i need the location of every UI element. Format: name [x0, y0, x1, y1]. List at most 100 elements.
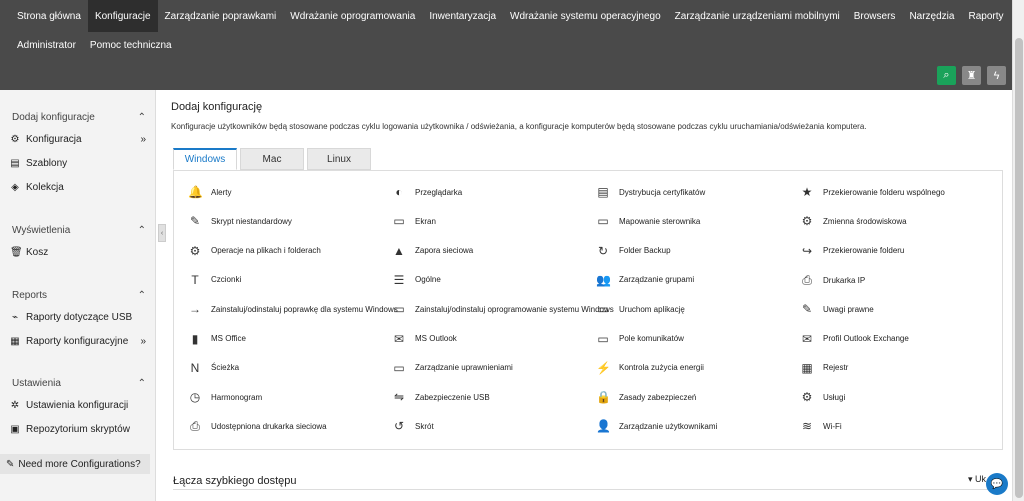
chat-icon[interactable]: 💬 — [986, 473, 1008, 495]
config-item-0-8[interactable]: ⎙ Udostępniona drukarka sieciowa — [188, 419, 327, 434]
config-item-2-5[interactable]: ▭ Pole komunikatów — [596, 332, 684, 346]
config-item-label: Dystrybucja certyfikatów — [619, 187, 706, 197]
rocket-icon[interactable]: ♜ — [962, 66, 981, 85]
config-item-3-2[interactable]: ↪ Przekierowanie folderu — [800, 244, 904, 258]
config-item-2-2[interactable]: ↻ Folder Backup — [596, 244, 671, 258]
config-item-3-6[interactable]: ▦ Rejestr — [800, 361, 848, 375]
config-item-0-0[interactable]: 🔔 Alerty — [188, 185, 231, 199]
config-item-1-8[interactable]: ↺ Skrót — [392, 419, 434, 433]
config-item-3-3[interactable]: ⎙ Drukarka IP — [800, 273, 865, 288]
config-item-3-8[interactable]: ≋ Wi-Fi — [800, 419, 842, 433]
tab-linux[interactable]: Linux — [307, 148, 371, 170]
config-item-2-8[interactable]: 👤 Zarządzanie użytkownikami — [596, 419, 717, 433]
search-icon[interactable]: ⌕ — [937, 66, 956, 85]
config-item-0-1[interactable]: ✎ Skrypt niestandardowy — [188, 214, 292, 228]
config-item-label: Udostępniona drukarka sieciowa — [211, 422, 327, 432]
config-item-0-2[interactable]: ⚙ Operacje na plikach i folderach — [188, 244, 321, 258]
sidebar-collapse-toggle[interactable]: ‹ — [158, 224, 166, 242]
sidebar-section-3[interactable]: Ustawienia ⌃ — [12, 378, 146, 389]
config-item-2-3[interactable]: 👥 Zarządzanie grupami — [596, 273, 694, 287]
config-item-1-0[interactable]: ◐ Przeglądarka — [392, 185, 462, 199]
config-item-3-1[interactable]: ⚙ Zmienna środowiskowa — [800, 214, 907, 228]
config-item-icon: ▮ — [191, 331, 199, 346]
config-item-label: Skrót — [415, 421, 434, 431]
need-more-configurations-link[interactable]: ✎ Need more Configurations? — [0, 454, 150, 474]
config-item-0-7[interactable]: ◷ Harmonogram — [188, 390, 262, 404]
sidebar-item-1-0[interactable]: 🗑 Kosz — [10, 247, 146, 258]
gear-icon: ⚙ — [10, 134, 20, 145]
config-item-icon: ⇋ — [393, 390, 405, 405]
tab-windows[interactable]: Windows — [173, 148, 237, 170]
page-scrollbar[interactable] — [1012, 0, 1024, 501]
config-item-0-4[interactable]: → Zainstaluj/odinstaluj poprawkę dla syst… — [188, 302, 398, 316]
config-item-icon: ⚡ — [596, 360, 611, 375]
config-item-3-5[interactable]: ✉ Profil Outlook Exchange — [800, 332, 909, 346]
nav-item-row1-3[interactable]: Wdrażanie oprogramowania — [283, 0, 422, 32]
sidebar-item-label: Szablony — [26, 158, 68, 169]
nav-item-row1-1[interactable]: Konfiguracje — [87, 0, 158, 32]
quick-links-toggle[interactable]: ▾ Uk — [968, 474, 986, 485]
sidebar-section-1[interactable]: Wyświetlenia ⌃ — [12, 225, 146, 236]
nav-item-row2-0[interactable]: Administrator — [10, 32, 83, 58]
config-item-label: Przekierowanie folderu wspólnego — [823, 187, 945, 197]
sidebar-section-0[interactable]: Dodaj konfiguracje ⌃ — [12, 112, 146, 123]
nav-item-row1-0[interactable]: Strona główna — [10, 0, 88, 32]
sidebar-section-title: Wyświetlenia — [12, 225, 71, 236]
config-item-label: Zarządzanie użytkownikami — [619, 421, 718, 431]
sidebar-item-3-1[interactable]: ▣ Repozytorium skryptów — [10, 424, 146, 435]
config-item-1-5[interactable]: ✉ MS Outlook — [392, 332, 457, 346]
config-item-3-0[interactable]: ★ Przekierowanie folderu wspólnego — [800, 185, 945, 199]
config-item-2-0[interactable]: ▤ Dystrybucja certyfikatów — [596, 185, 705, 199]
nav-item-row1-6[interactable]: Zarządzanie urządzeniami mobilnymi — [668, 0, 847, 32]
config-item-1-1[interactable]: ▭ Ekran — [392, 214, 436, 228]
secondary-nav-row: Administrator Pomoc techniczna — [10, 32, 179, 58]
sidebar-item-0-2[interactable]: ◈ Kolekcja — [10, 182, 146, 193]
config-item-2-4[interactable]: ▭ Uruchom aplikację — [596, 302, 685, 316]
config-item-0-6[interactable]: N Ścieżka — [188, 361, 239, 375]
config-item-1-7[interactable]: ⇋ Zabezpieczenie USB — [392, 390, 490, 404]
config-item-2-7[interactable]: 🔒 Zasady zabezpieczeń — [596, 390, 696, 404]
sidebar-item-3-0[interactable]: ✲ Ustawienia konfiguracji — [10, 400, 146, 411]
config-item-icon: ✎ — [801, 302, 813, 317]
config-item-label: MS Office — [211, 334, 246, 343]
sidebar-section-2[interactable]: Reports ⌃ — [12, 290, 146, 301]
nav-item-row1-9[interactable]: Raporty — [961, 0, 1010, 32]
nav-item-row1-5[interactable]: Wdrażanie systemu operacyjnego — [503, 0, 668, 32]
sidebar-item-label: Raporty dotyczące USB — [26, 312, 133, 323]
config-item-1-2[interactable]: ▲ Zapora sieciowa — [392, 244, 473, 258]
tab-mac[interactable]: Mac — [240, 148, 304, 170]
config-item-label: MS Outlook — [415, 334, 457, 343]
config-item-label: Zapora sieciowa — [415, 246, 474, 256]
nav-item-row1-4[interactable]: Inwentaryzacja — [422, 0, 503, 32]
config-item-3-4[interactable]: ✎ Uwagi prawne — [800, 302, 874, 316]
config-item-1-6[interactable]: ▭ Zarządzanie uprawnieniami — [392, 361, 513, 375]
config-item-3-7[interactable]: ⚙ Usługi — [800, 390, 846, 404]
settings-icon: ✲ — [10, 400, 20, 411]
scrollbar-thumb[interactable] — [1015, 38, 1023, 498]
config-item-2-6[interactable]: ⚡ Kontrola zużycia energii — [596, 361, 704, 375]
config-item-label: Folder Backup — [619, 246, 671, 256]
repository-icon: ▣ — [10, 424, 20, 435]
nav-item-row1-2[interactable]: Zarządzanie poprawkami — [158, 0, 284, 32]
sidebar-section-title: Ustawienia — [12, 378, 61, 389]
config-item-label: Drukarka IP — [823, 275, 866, 285]
sidebar-item-2-0[interactable]: ⌁ Raporty dotyczące USB — [10, 312, 146, 323]
config-item-icon: ⎙ — [190, 419, 200, 434]
config-item-icon: 🔒 — [596, 390, 611, 405]
sidebar-item-label: Kosz — [26, 247, 49, 258]
config-item-0-3[interactable]: T Czcionki — [188, 273, 241, 287]
sidebar-item-0-1[interactable]: ▤ Szablony — [10, 158, 146, 169]
os-tabs: Windows Mac Linux — [173, 148, 371, 170]
config-item-label: Uruchom aplikację — [619, 304, 685, 314]
nav-item-row1-8[interactable]: Narzędzia — [902, 0, 961, 32]
sidebar-item-0-0[interactable]: ⚙ Konfiguracja » — [10, 134, 146, 145]
nav-item-row1-7[interactable]: Browsers — [847, 0, 903, 32]
bolt-icon[interactable]: ϟ — [987, 66, 1006, 85]
config-item-1-4[interactable]: ▭ Zainstaluj/odinstaluj oprogramowanie sy… — [392, 302, 613, 316]
nav-item-row2-1[interactable]: Pomoc techniczna — [83, 32, 179, 58]
config-item-icon: ★ — [801, 185, 813, 199]
config-item-0-5[interactable]: ▮ MS Office — [188, 332, 246, 346]
config-item-1-3[interactable]: ☰ Ogólne — [392, 273, 441, 287]
sidebar-item-2-1[interactable]: ▦ Raporty konfiguracyjne » — [10, 336, 146, 347]
config-item-2-1[interactable]: ▭ Mapowanie sterownika — [596, 214, 700, 228]
